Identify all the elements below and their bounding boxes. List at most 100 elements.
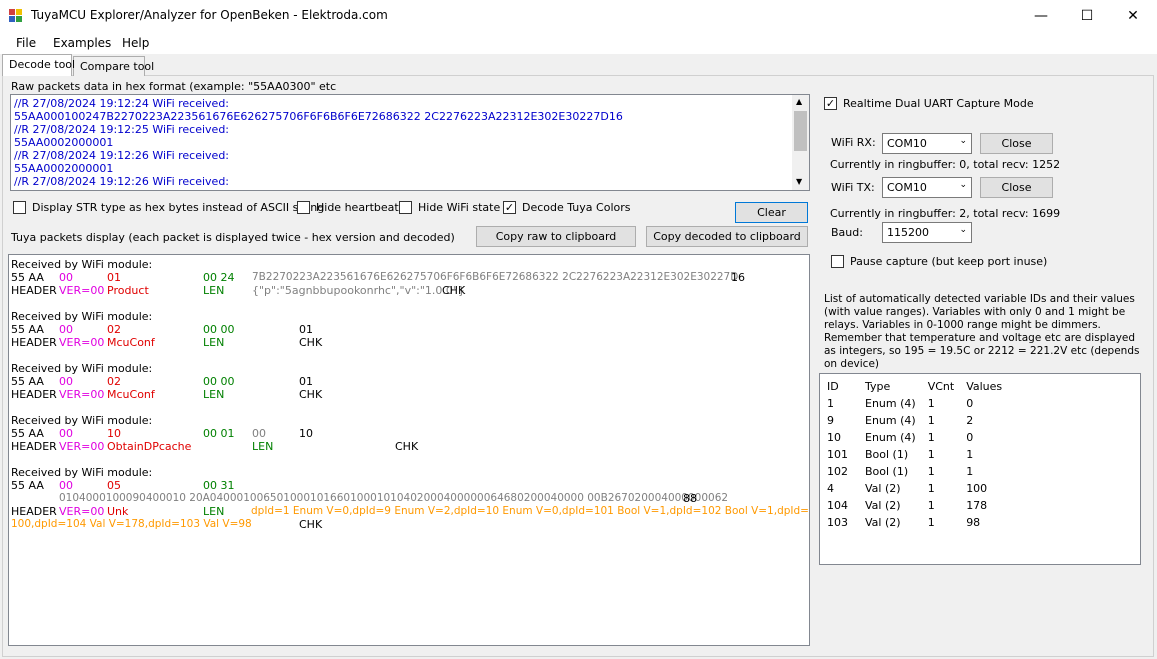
rx-status: Currently in ringbuffer: 0, total recv: … — [830, 158, 1061, 171]
clear-button[interactable]: Clear — [735, 202, 808, 223]
packet-dec-len: LEN — [252, 440, 274, 453]
packet-dec-chk: CHK — [299, 388, 323, 401]
table-row[interactable]: 4 Val (2) 1 100 — [821, 480, 1020, 497]
rx-close-button[interactable]: Close — [980, 133, 1053, 154]
packet-hex-len: 00 01 — [203, 427, 235, 440]
packet-hex-cmd: 02 — [107, 323, 121, 336]
variables-list[interactable]: ID Type VCnt Values 1 Enum (4) 1 0 9 Enum (4… — [819, 373, 1141, 565]
cell-id: 10 — [827, 431, 841, 444]
table-row[interactable]: 104 Val (2) 1 178 — [821, 497, 1020, 514]
cell-vcnt: 1 — [927, 516, 935, 529]
cell-type: Val (2) — [865, 516, 901, 529]
packet-hex-len: 00 31 — [203, 479, 235, 492]
hide-heartbeat-label: Hide heartbeat — [316, 201, 399, 214]
column-header-type[interactable]: Type — [859, 378, 922, 395]
packet-dec-chk: CHK — [299, 336, 323, 349]
packet-dec-data-cont: 100,dpId=104 Val V=178,dpId=103 Val V=98 — [11, 518, 252, 530]
packet-dec-cmd: McuConf — [107, 336, 155, 349]
table-row[interactable]: 10 Enum (4) 1 0 — [821, 429, 1020, 446]
column-header-vcnt[interactable]: VCnt — [922, 378, 961, 395]
table-header-row: ID Type VCnt Values — [821, 378, 1020, 395]
description-line: List of automatically detected variable … — [824, 293, 1135, 305]
cell-id: 4 — [827, 482, 834, 495]
packet-header: Received by WiFi module: — [11, 414, 153, 427]
packet-hex-chk: 88 — [683, 492, 697, 505]
packet-dec-ver: VER=00 — [59, 284, 105, 297]
pause-capture-label: Pause capture (but keep port inuse) — [850, 255, 1048, 268]
baud-select[interactable]: 115200 ⌄ — [882, 222, 972, 243]
copy-decoded-button[interactable]: Copy decoded to clipboard — [646, 226, 808, 247]
packet-hex-cmd: 10 — [107, 427, 121, 440]
packet-dec-len: LEN — [203, 336, 225, 349]
packet-dec-ver: VER=00 — [59, 440, 105, 453]
cell-values: 0 — [966, 397, 974, 410]
packets-display[interactable]: Received by WiFi module: 55 AA 00 01 00 … — [8, 254, 810, 646]
hide-wifi-state-checkbox[interactable] — [399, 201, 412, 214]
tab-compare-tool[interactable]: Compare tool — [73, 56, 154, 76]
menu-help[interactable]: Help — [122, 36, 149, 50]
packet-dec-header: HEADER — [11, 284, 57, 297]
raw-packets-textbox[interactable]: //R 27/08/2024 19:12:24 WiFi received: 5… — [10, 94, 810, 191]
packet-header: Received by WiFi module: — [11, 466, 153, 479]
close-window-button[interactable]: ✕ — [1110, 0, 1156, 32]
display-str-hex-checkbox[interactable] — [13, 201, 26, 214]
packet-dec-chk: CHK — [299, 518, 323, 531]
table-row[interactable]: 103 Val (2) 1 98 — [821, 514, 1020, 531]
scroll-up-icon[interactable]: ▲ — [796, 97, 802, 106]
maximize-button[interactable]: ☐ — [1064, 0, 1110, 32]
scroll-down-icon[interactable]: ▼ — [796, 177, 802, 186]
packet-dec-ver: VER=00 — [59, 336, 105, 349]
packet-hex-len: 00 00 — [203, 323, 235, 336]
menu-file[interactable]: File — [16, 36, 36, 50]
raw-packets-label: Raw packets data in hex format (example:… — [11, 80, 337, 93]
cell-type: Val (2) — [865, 482, 901, 495]
cell-values: 2 — [966, 414, 974, 427]
cell-vcnt: 1 — [927, 499, 935, 512]
cell-type: Enum (4) — [865, 397, 916, 410]
table-row[interactable]: 1 Enum (4) 1 0 — [821, 395, 1020, 412]
variables-description: List of automatically detected variable … — [824, 293, 1139, 371]
hide-wifi-state-label: Hide WiFi state — [418, 201, 501, 214]
tx-close-button[interactable]: Close — [980, 177, 1053, 198]
cell-values: 1 — [966, 448, 974, 461]
wifi-tx-port-select[interactable]: COM10 ⌄ — [882, 177, 972, 198]
cell-vcnt: 1 — [927, 414, 935, 427]
copy-raw-button[interactable]: Copy raw to clipboard — [476, 226, 636, 247]
packet-dec-header: HEADER — [11, 505, 57, 518]
wifi-rx-port-value: COM10 — [887, 137, 927, 150]
menu-examples[interactable]: Examples — [53, 36, 111, 50]
decode-colors-label: Decode Tuya Colors — [522, 201, 631, 214]
minimize-icon: — — [1034, 8, 1048, 24]
packet-dec-chk: CHK — [395, 440, 419, 453]
table-row[interactable]: 9 Enum (4) 1 2 — [821, 412, 1020, 429]
packet-hex-chk: 10 — [299, 427, 313, 440]
table-row[interactable]: 102 Bool (1) 1 1 — [821, 463, 1020, 480]
wifi-tx-label: WiFi TX: — [831, 181, 875, 194]
realtime-capture-checkbox[interactable]: ✓ — [824, 97, 837, 110]
chevron-down-icon: ⌄ — [959, 180, 967, 190]
packet-dec-len: LEN — [203, 284, 225, 297]
hide-heartbeat-checkbox[interactable] — [297, 201, 310, 214]
column-header-id[interactable]: ID — [821, 378, 859, 395]
minimize-button[interactable]: — — [1018, 0, 1064, 32]
cell-vcnt: 1 — [927, 448, 935, 461]
cell-values: 100 — [966, 482, 988, 495]
packet-hex-ver: 00 — [59, 375, 73, 388]
description-line: relays. Variables in 0-1000 range might … — [824, 319, 1101, 331]
packet-hex-chk: 01 — [299, 375, 313, 388]
raw-scrollbar[interactable]: ▲ ▼ — [792, 95, 809, 190]
chevron-down-icon: ⌄ — [959, 225, 967, 235]
cell-id: 1 — [827, 397, 834, 410]
app-icon — [9, 9, 23, 23]
description-line: (with value ranges). Variables with only… — [824, 306, 1126, 318]
packet-dec-ver: VER=00 — [59, 505, 105, 518]
tab-decode-tool[interactable]: Decode tool — [2, 54, 75, 76]
decode-colors-checkbox[interactable]: ✓ — [503, 201, 516, 214]
wifi-rx-port-select[interactable]: COM10 ⌄ — [882, 133, 972, 154]
pause-capture-checkbox[interactable] — [831, 255, 844, 268]
cell-vcnt: 1 — [927, 431, 935, 444]
packet-header: Received by WiFi module: — [11, 310, 153, 323]
table-row[interactable]: 101 Bool (1) 1 1 — [821, 446, 1020, 463]
scroll-thumb[interactable] — [794, 111, 807, 151]
column-header-values[interactable]: Values — [960, 378, 1020, 395]
